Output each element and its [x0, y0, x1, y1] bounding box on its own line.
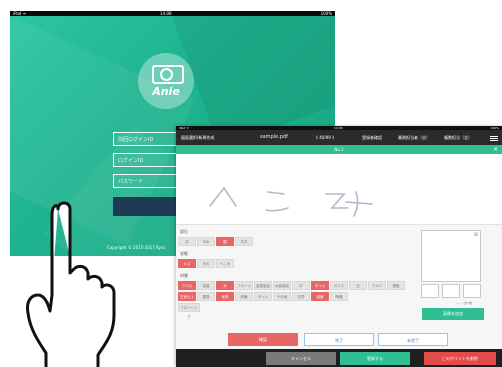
location-label: 部位: [180, 229, 188, 234]
chip-option[interactable]: 木: [216, 281, 234, 290]
state-label: 状態: [180, 251, 188, 256]
registrant-check[interactable]: 登録者確認: [362, 130, 382, 145]
lens-icon: [160, 68, 173, 81]
status-actions: 確認 完了 未完了: [176, 331, 502, 347]
close-icon[interactable]: ✕: [493, 145, 498, 154]
app-header: 図面選択/新規作成 sample.pdf 《 40/99 》 登録者確認 業務担…: [176, 130, 502, 145]
menu-icon[interactable]: [490, 136, 498, 137]
chip-option[interactable]: 巾木: [197, 237, 215, 246]
register-button[interactable]: 登録する: [340, 352, 410, 365]
multi-assign-filter[interactable]: 複数担当（全）: [444, 130, 472, 145]
chip-option[interactable]: キズ: [178, 259, 196, 268]
chip-option[interactable]: 塗装: [197, 281, 215, 290]
stroke-mi-3: [345, 201, 373, 205]
chip-option[interactable]: 陶器: [330, 292, 348, 301]
handwriting-strokes: [209, 186, 373, 217]
chip-option[interactable]: 家具: [216, 292, 234, 301]
photo-count: • • • 全7枚: [456, 301, 473, 305]
undone-button[interactable]: 未完了: [378, 333, 448, 346]
status-battery: 100%: [320, 11, 332, 16]
point-title: No.1: [334, 147, 344, 152]
point-title-bar: No.1 ✕: [176, 145, 502, 154]
status-bar: iPad ᯤ 14:08 100%: [10, 11, 335, 16]
stroke-mi-2: [353, 191, 359, 217]
chip-option[interactable]: 壁: [216, 237, 234, 246]
chip-option[interactable]: へこみ: [216, 259, 234, 268]
attribute-form: 部位 床巾木壁天井 状態 キズ汚れへこみ 材質 クロス塗装木フローリング金属製品…: [176, 225, 412, 331]
chip-option[interactable]: 天井: [235, 237, 253, 246]
logo-text: Anie: [152, 85, 180, 98]
chip-option[interactable]: 汚れ: [197, 259, 215, 268]
chip-option[interactable]: その他: [273, 292, 291, 301]
chip-option[interactable]: CF: [292, 281, 310, 290]
stroke-mi-1: [325, 193, 349, 209]
chip-option[interactable]: ガラス: [330, 281, 348, 290]
material-chips: クロス塗装木フローリング金属製品木製製品CFタイルガラス石アルミ樹脂: [178, 281, 410, 297]
delete-point-button[interactable]: このポイントを削除: [424, 352, 496, 365]
material-chips-row2: 左官仕上 建具 家具 設備 タイル その他 石膏 磁器 陶器: [178, 292, 410, 301]
chip-option[interactable]: 木製製品: [273, 281, 291, 290]
add-photo-button[interactable]: 画像を追加: [422, 308, 484, 320]
footer-bar: キャンセル 登録する このポイントを削除: [176, 349, 502, 367]
chip-option[interactable]: 磁器: [311, 292, 329, 301]
close-icon[interactable]: ⊠: [474, 232, 478, 238]
extra-chips: フローリング: [178, 303, 200, 319]
chip-option[interactable]: 左官仕上: [178, 292, 196, 301]
stroke-ko-1: [267, 191, 285, 195]
material-label: 材質: [180, 273, 188, 278]
chip-option[interactable]: 床: [178, 237, 196, 246]
chip-option[interactable]: タイル: [311, 281, 329, 290]
status-time: 14:08: [160, 11, 172, 16]
chip-option[interactable]: クロス: [178, 281, 196, 290]
chip-option[interactable]: 金属製品: [254, 281, 272, 290]
hand-outline: [26, 201, 116, 367]
chip-flooring[interactable]: フローリング: [178, 303, 200, 319]
chip-option[interactable]: 設備: [235, 292, 253, 301]
confirm-button[interactable]: 確認: [228, 333, 298, 346]
chip-option[interactable]: アルミ: [368, 281, 386, 290]
chip-option[interactable]: 石膏: [292, 292, 310, 301]
photo-thumb[interactable]: [463, 284, 481, 298]
inspection-screen: iPad ᯤ 14:06 100% 図面選択/新規作成 sample.pdf 《…: [176, 126, 502, 367]
cancel-button[interactable]: キャンセル: [266, 352, 336, 365]
stroke-ko-2: [265, 207, 289, 212]
done-button[interactable]: 完了: [304, 333, 374, 346]
chip-option[interactable]: 石: [349, 281, 367, 290]
chip-option[interactable]: 樹脂: [387, 281, 405, 290]
app-logo: Anie: [138, 53, 194, 109]
business-filter[interactable]: 業務担当者（全）: [398, 130, 430, 145]
chip-option[interactable]: フローリング: [235, 281, 253, 297]
photo-thumb[interactable]: [421, 284, 439, 298]
pointing-hand-icon: [26, 201, 116, 367]
chip-option[interactable]: 建具: [197, 292, 215, 301]
photo-preview[interactable]: ⊠: [421, 230, 481, 282]
location-chips: 床巾木壁天井: [178, 237, 253, 246]
photo-area: ⊠ • • • 全7枚 画像を追加: [416, 226, 500, 322]
drawing-select-button[interactable]: 図面選択/新規作成: [181, 130, 214, 145]
photo-thumb[interactable]: [442, 284, 460, 298]
page-indicator[interactable]: 《 40/99 》: [314, 130, 336, 145]
state-chips: キズ 汚れ へこみ: [178, 259, 234, 268]
status-left: iPad ᯤ: [13, 11, 27, 16]
handwriting-canvas[interactable]: [176, 154, 502, 225]
stroke-he: [209, 186, 237, 207]
chip-option[interactable]: タイル: [254, 292, 272, 301]
file-name: sample.pdf: [260, 134, 288, 140]
